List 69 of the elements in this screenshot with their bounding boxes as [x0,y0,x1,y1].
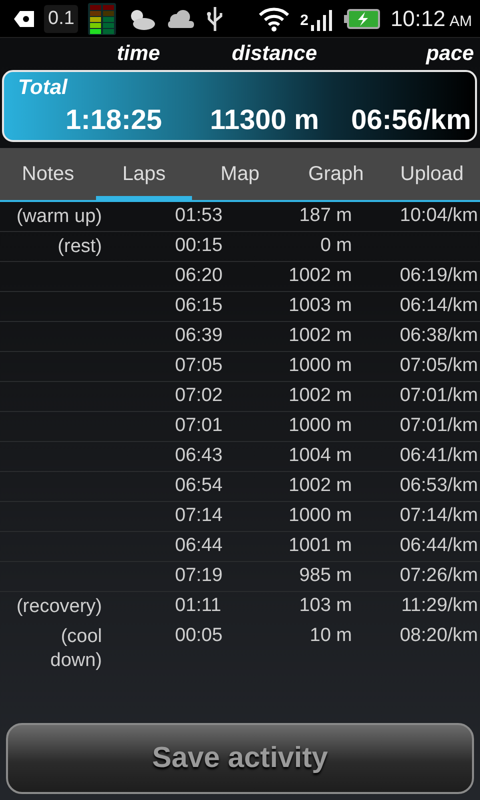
lap-time: 06:20 [175,265,223,287]
lap-pace: 08:20/km [400,625,478,647]
lap-pace: 06:38/km [400,325,478,347]
tab[interactable]: Upload [384,148,480,200]
column-header: pace [426,42,474,67]
column-header: time [116,42,160,67]
lap-distance: 0 m [320,235,352,257]
network-type: 2 [300,12,308,29]
lap-time: 06:43 [175,445,223,467]
total-pace: 06:56/km [351,104,471,136]
total-time: 1:18:25 [65,104,162,136]
lap-time: 00:15 [175,235,223,257]
lap-time: 06:39 [175,325,223,347]
lap-distance: 1002 m [288,475,352,497]
lap-time: 06:44 [175,535,223,557]
level-meter-icon [88,2,116,34]
cloud-icon [166,8,196,28]
lap-time: 07:01 [175,415,223,437]
lap-pace: 07:01/km [400,385,478,407]
lap-distance: 1002 m [288,385,352,407]
lap-pace: 10:04/km [400,205,478,227]
lap-pace: 07:01/km [400,415,478,437]
lap-time: 07:05 [175,355,223,377]
lap-pace: 06:19/km [400,265,478,287]
lap-distance: 10 m [310,625,352,647]
wifi-icon [258,6,290,32]
lap-pace: 07:26/km [400,565,478,587]
lap-name: (warm up) [15,205,102,229]
total-distance: 11300 m [210,104,319,136]
battery-icon [344,8,380,28]
lap-time: 07:19 [175,565,223,587]
lap-distance: 1003 m [288,295,352,317]
lap-time: 01:53 [175,205,223,227]
lap-time: 07:14 [175,505,223,527]
tab[interactable]: Map [192,148,288,200]
lap-distance: 1002 m [288,265,352,287]
lap-name: (recovery) [15,595,102,619]
notification-icon [14,10,34,26]
lap-distance: 1000 m [288,355,352,377]
lap-time: 06:15 [175,295,223,317]
lap-time: 00:05 [175,625,223,647]
lap-pace: 11:29/km [401,595,478,617]
lap-pace: 06:53/km [400,475,478,497]
lap-name: (cool down) [49,625,102,673]
notification-badge: 0.1 [44,4,78,32]
lap-pace: 06:14/km [400,295,478,317]
total-label: Total [17,75,68,100]
column-header: distance [232,42,317,67]
lap-distance: 1000 m [288,415,352,437]
lap-distance: 103 m [299,595,352,617]
lap-pace: 07:05/km [400,355,478,377]
lap-distance: 1001 m [288,535,352,557]
lap-distance: 1000 m [288,505,352,527]
lap-time: 07:02 [175,385,223,407]
lap-pace: 06:41/km [400,445,478,467]
lap-distance: 1002 m [288,325,352,347]
lap-pace: 07:14/km [400,505,478,527]
lap-time: 06:54 [175,475,223,497]
usb-icon [206,4,224,32]
tab[interactable]: Laps [96,148,192,200]
tab[interactable]: Graph [288,148,384,200]
lap-time: 01:11 [175,595,222,617]
status-clock: 10:12 AM [390,6,472,32]
lap-distance: 1004 m [288,445,352,467]
lap-distance: 187 m [299,205,352,227]
lap-distance: 985 m [299,565,352,587]
tab[interactable]: Notes [0,148,96,200]
lap-name: (rest) [56,235,102,259]
lap-pace: 06:44/km [400,535,478,557]
